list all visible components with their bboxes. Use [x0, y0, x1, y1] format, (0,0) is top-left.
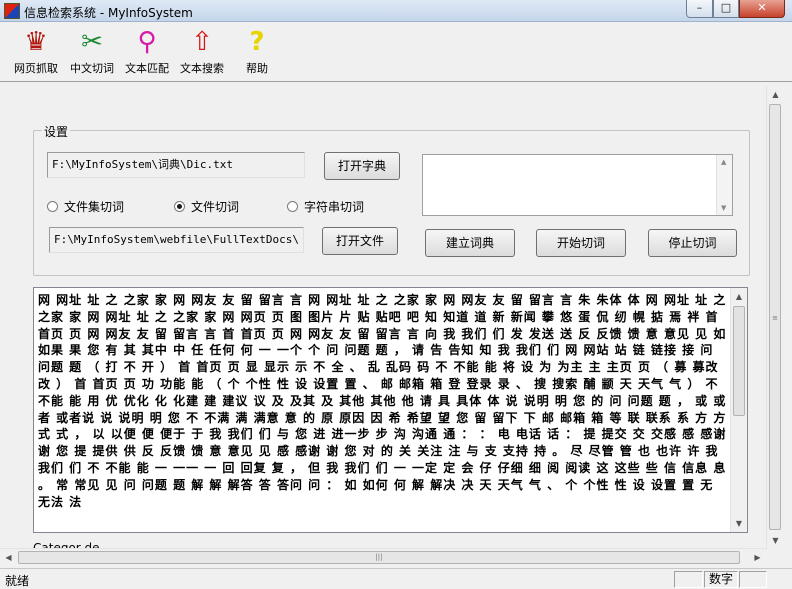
scroll-up-arrow-icon[interactable]: ▲ — [721, 158, 726, 166]
segmented-text: 网 网址 址 之 之家 家 网 网友 友 留 留言 言 网 网址 址 之 之家 … — [38, 293, 727, 509]
title-bar[interactable]: 信息检索系统 - MyInfoSystem – □ ✕ — [0, 0, 792, 22]
close-button[interactable]: ✕ — [739, 0, 785, 18]
stop-segment-button[interactable]: 停止切词 — [648, 229, 737, 257]
toolbar: ♛ 网页抓取 ✂ 中文切词 ⚲ 文本匹配 ⇧ 文本搜索 ? 帮助 — [0, 22, 792, 82]
maximize-button[interactable]: □ — [713, 0, 739, 18]
horizontal-scroll-thumb[interactable]: ||| — [18, 551, 740, 564]
radio-file-label: 文件切词 — [191, 200, 240, 214]
chinese-segment-label: 中文切词 — [70, 62, 114, 75]
horizontal-scrollbar[interactable]: ◀ ||| ▶ — [0, 548, 766, 565]
radio-string-icon — [287, 201, 298, 212]
info-textbox[interactable]: ▲ ▼ — [422, 154, 733, 216]
scroll-down-arrow-icon[interactable]: ▼ — [767, 532, 784, 549]
scroll-up-arrow-icon[interactable]: ▲ — [767, 86, 784, 103]
info-textbox-scrollbar[interactable]: ▲ ▼ — [716, 155, 732, 215]
help-label: 帮助 — [246, 62, 268, 75]
scroll-left-arrow-icon[interactable]: ◀ — [0, 549, 17, 566]
client-area: 设置 F:\MyInfoSystem\词典\Dic.txt 打开字典 ▲ ▼ 文… — [0, 86, 766, 565]
settings-group-title: 设置 — [42, 123, 71, 140]
build-dict-button[interactable]: 建立词典 — [425, 229, 515, 257]
dict-path-field[interactable]: F:\MyInfoSystem\词典\Dic.txt — [47, 152, 305, 178]
output-textarea[interactable]: 网 网址 址 之 之家 家 网 网友 友 留 留言 言 网 网址 址 之 之家 … — [33, 287, 748, 533]
output-scrollbar[interactable]: ▲ ▼ — [730, 288, 747, 532]
app-icon — [4, 3, 20, 19]
web-crawl-label: 网页抓取 — [14, 62, 58, 75]
scroll-down-arrow-icon[interactable]: ▼ — [721, 204, 726, 212]
status-bar: 就绪 数字 — [0, 568, 792, 589]
crown-hand-icon: ♛ — [24, 27, 48, 57]
house-arrow-icon: ⇧ — [191, 27, 213, 57]
text-search-label: 文本搜索 — [180, 62, 224, 75]
scissors-icon: ✂ — [81, 27, 103, 57]
start-segment-button[interactable]: 开始切词 — [536, 229, 626, 257]
help-button[interactable]: ? 帮助 — [235, 26, 279, 80]
text-match-label: 文本匹配 — [125, 62, 169, 75]
scroll-right-arrow-icon[interactable]: ▶ — [749, 549, 766, 566]
radio-string-segment[interactable]: 字符串切词 — [287, 198, 364, 215]
chinese-segment-button[interactable]: ✂ 中文切词 — [66, 26, 118, 80]
radio-file-set-label: 文件集切词 — [64, 200, 125, 214]
status-text: 就绪 — [5, 574, 30, 588]
output-scroll-thumb[interactable] — [733, 306, 745, 416]
window-title: 信息检索系统 - MyInfoSystem — [24, 6, 193, 20]
question-icon: ? — [249, 27, 265, 57]
status-pane-empty-2 — [739, 571, 767, 588]
scroll-down-arrow-icon[interactable]: ▼ — [731, 515, 747, 532]
text-match-button[interactable]: ⚲ 文本匹配 — [121, 26, 173, 80]
text-search-button[interactable]: ⇧ 文本搜索 — [176, 26, 228, 80]
status-pane-empty — [674, 571, 703, 588]
vertical-scroll-thumb[interactable]: ≡ — [769, 104, 781, 530]
web-crawl-button[interactable]: ♛ 网页抓取 — [10, 26, 62, 80]
status-pane-num: 数字 — [704, 571, 738, 588]
radio-string-label: 字符串切词 — [304, 200, 365, 214]
magic-wand-icon: ⚲ — [137, 27, 157, 57]
scroll-up-arrow-icon[interactable]: ▲ — [731, 288, 747, 305]
file-path-field[interactable]: F:\MyInfoSystem\webfile\FullTextDocs\ — [49, 227, 304, 253]
radio-file-set-icon — [47, 201, 58, 212]
minimize-button[interactable]: – — [686, 0, 713, 18]
radio-file-icon — [174, 201, 185, 212]
open-dict-button[interactable]: 打开字典 — [324, 152, 400, 180]
vertical-scrollbar[interactable]: ▲ ≡ ▼ — [766, 86, 783, 549]
radio-file-set-segment[interactable]: 文件集切词 — [47, 198, 124, 215]
open-file-button[interactable]: 打开文件 — [322, 227, 398, 255]
radio-file-segment[interactable]: 文件切词 — [174, 198, 239, 215]
